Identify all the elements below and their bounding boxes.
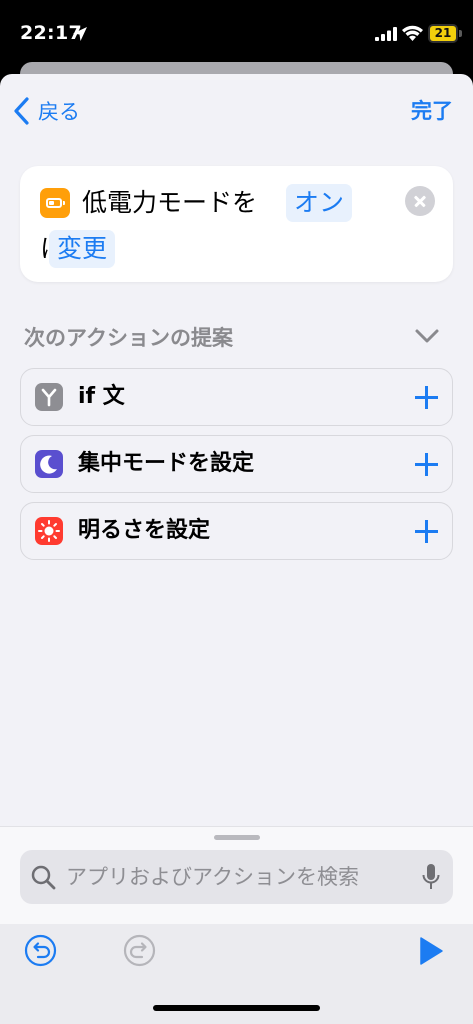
cellular-signal-icon [375, 27, 397, 41]
status-bar: 22:17 21 [0, 0, 473, 62]
chevron-left-icon [14, 97, 29, 125]
suggestion-if[interactable]: if 文 [20, 368, 453, 426]
back-label: 戻る [38, 100, 80, 124]
chevron-down-icon[interactable] [414, 328, 440, 344]
play-icon[interactable] [418, 936, 444, 966]
moon-icon [35, 450, 63, 478]
suggestion-brightness[interactable]: 明るさを設定 [20, 502, 453, 560]
home-indicator [153, 1005, 320, 1011]
suggestion-label: if 文 [78, 384, 125, 409]
add-icon[interactable] [415, 453, 438, 476]
add-icon[interactable] [415, 386, 438, 409]
search-icon [31, 865, 56, 890]
done-button[interactable]: 完了 [411, 94, 453, 128]
search-input[interactable]: アプリおよびアクションを検索 [20, 850, 453, 904]
undo-icon[interactable] [24, 934, 57, 967]
shortcut-editor-sheet: 戻る 完了 低電力モードを オン に 変更 次のアクションの提案 if 文 集中… [0, 74, 473, 1024]
suggestions-header: 次のアクションの提案 [24, 326, 233, 350]
add-icon[interactable] [415, 520, 438, 543]
location-arrow-icon [73, 27, 87, 41]
suggestion-focus-mode[interactable]: 集中モードを設定 [20, 435, 453, 493]
branch-icon [35, 383, 63, 411]
back-button[interactable]: 戻る [12, 94, 80, 128]
redo-icon[interactable] [123, 934, 156, 967]
value-token-on[interactable]: オン [286, 184, 353, 222]
sun-icon [35, 517, 63, 545]
suggestion-label: 明るさを設定 [78, 518, 211, 543]
search-placeholder: アプリおよびアクションを検索 [66, 865, 359, 889]
action-search-panel: アプリおよびアクションを検索 [0, 826, 473, 1024]
action-title: 低電力モードを [82, 188, 258, 217]
editor-toolbar [0, 924, 473, 1024]
battery-level: 21 [434, 26, 452, 40]
battery-icon [40, 188, 70, 218]
sheet-grabber[interactable] [214, 835, 260, 840]
wifi-icon [402, 25, 423, 41]
suggestion-label: 集中モードを設定 [78, 451, 255, 476]
mode-token-change[interactable]: 変更 [49, 230, 116, 268]
remove-action-button[interactable] [405, 186, 435, 216]
battery-icon: 21 [428, 24, 458, 43]
microphone-icon[interactable] [421, 863, 441, 891]
